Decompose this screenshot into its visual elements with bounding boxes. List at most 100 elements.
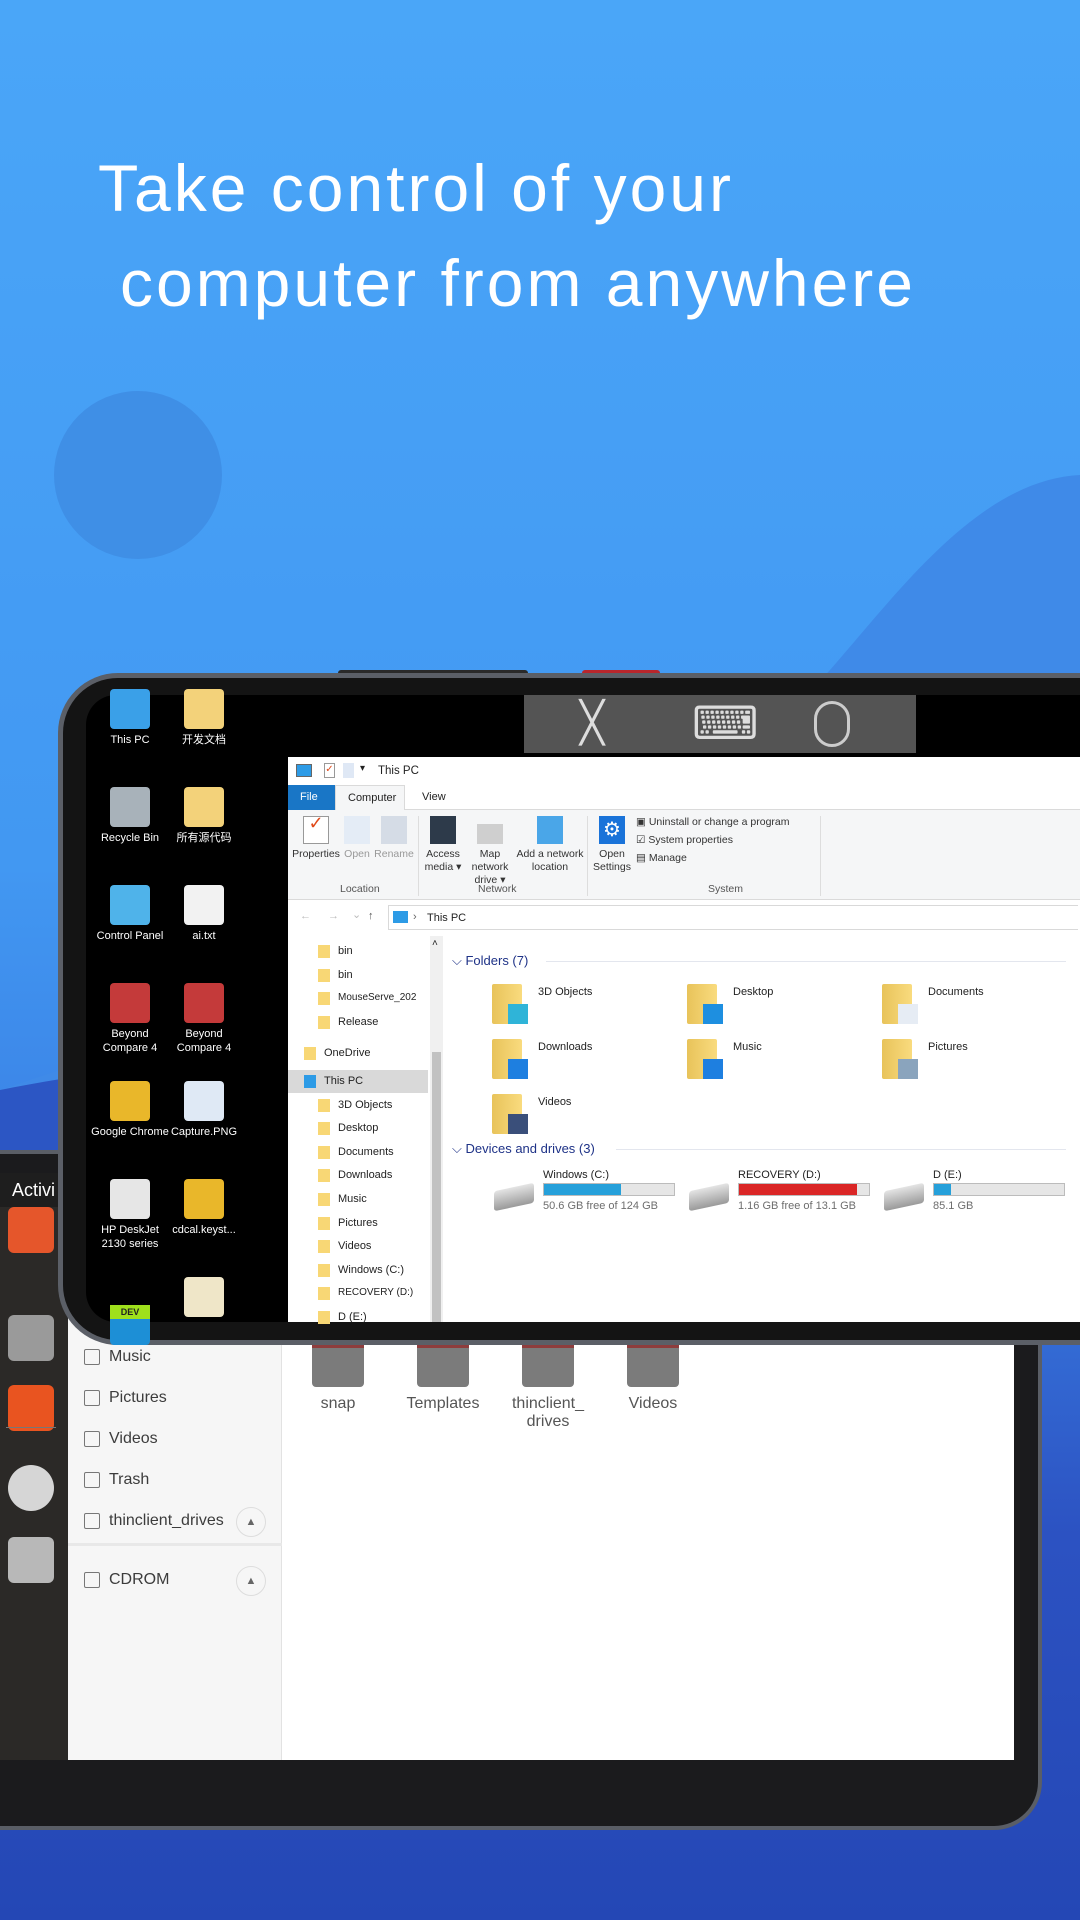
folder-music[interactable]: Music bbox=[687, 1039, 867, 1089]
folder-pictures[interactable]: Pictures bbox=[882, 1039, 1062, 1089]
close-icon[interactable]: ╳ bbox=[580, 701, 604, 745]
desktop-icon-recycle-bin[interactable]: Recycle Bin bbox=[88, 787, 172, 845]
shortcut-icon bbox=[110, 787, 150, 827]
open-button[interactable]: Open bbox=[340, 816, 374, 861]
properties-button[interactable]: ✓ Properties bbox=[292, 814, 340, 861]
desktop-icon-hp-deskjet-2130-series[interactable]: HP DeskJet 2130 series bbox=[88, 1179, 172, 1251]
desktop-icon-capture-png[interactable]: Capture.PNG bbox=[162, 1081, 246, 1139]
folder-desktop[interactable]: Desktop bbox=[687, 984, 867, 1034]
access-media-label: Access media ▾ bbox=[424, 848, 462, 873]
nav-item-d-e-[interactable]: D (E:) bbox=[288, 1306, 428, 1329]
desktop-icon-label: ai.txt bbox=[192, 930, 216, 942]
nav-item-pictures[interactable]: Pictures bbox=[288, 1212, 428, 1235]
folder-Templates[interactable]: Templates bbox=[393, 1341, 493, 1413]
desktop-icon-google-chrome[interactable]: Google Chrome bbox=[88, 1081, 172, 1139]
scrollbar-thumb[interactable] bbox=[432, 1052, 441, 1322]
folder-snap[interactable]: snap bbox=[288, 1341, 388, 1413]
desktop-icon-cdcal-keyst-[interactable]: cdcal.keyst... bbox=[162, 1179, 246, 1237]
shortcut-icon bbox=[184, 885, 224, 925]
nav-item-this-pc[interactable]: This PC bbox=[288, 1070, 428, 1093]
properties-quick-icon[interactable]: ✓ bbox=[324, 763, 335, 778]
rename-button[interactable]: Rename bbox=[374, 816, 414, 861]
file-explorer-window: ✓ ▾ This PC File Computer View ✓ Properti… bbox=[288, 757, 1080, 1324]
trash-icon[interactable] bbox=[8, 1537, 54, 1583]
nav-item-music[interactable]: Music bbox=[288, 1188, 428, 1211]
desktop-icon-beyond-compare-4[interactable]: Beyond Compare 4 bbox=[162, 983, 246, 1055]
nav-item-release[interactable]: Release bbox=[288, 1011, 428, 1034]
nav-item-desktop[interactable]: Desktop bbox=[288, 1117, 428, 1140]
manage-button[interactable]: ▤ Manage bbox=[636, 852, 687, 865]
new-folder-quick-icon[interactable] bbox=[343, 763, 354, 778]
recent-locations-button[interactable]: ⌄ bbox=[352, 908, 361, 921]
system-properties-button[interactable]: ☑ System properties bbox=[636, 834, 733, 847]
desktop-icon-shortcut[interactable]: DEV bbox=[88, 1277, 172, 1349]
desktop-icon--[interactable]: 开发文档 bbox=[162, 689, 246, 747]
map-network-drive-button[interactable]: Map network drive ▾ bbox=[464, 816, 516, 887]
drive-d-e-[interactable]: D (E:) 85.1 GB bbox=[884, 1169, 1069, 1219]
mouse-icon[interactable] bbox=[814, 701, 850, 747]
add-network-location-button[interactable]: Add a network location bbox=[516, 816, 584, 874]
tab-view[interactable]: View bbox=[410, 785, 458, 810]
tab-file[interactable]: File bbox=[288, 785, 335, 810]
folder-downloads[interactable]: Downloads bbox=[492, 1039, 672, 1089]
folder-icon bbox=[627, 1341, 679, 1387]
back-button[interactable]: ← bbox=[300, 910, 311, 922]
address-row: ← → ⌄ ↑ › This PC bbox=[288, 900, 1080, 936]
keyboard-icon[interactable]: ⌨ bbox=[692, 700, 758, 746]
nav-item-videos[interactable]: Videos bbox=[288, 1235, 428, 1258]
eject-icon[interactable]: ▲ bbox=[236, 1507, 266, 1537]
folder-Videos[interactable]: Videos bbox=[603, 1341, 703, 1413]
files-icon[interactable] bbox=[8, 1315, 54, 1361]
nav-item-windows-c-[interactable]: Windows (C:) bbox=[288, 1259, 428, 1282]
forward-button[interactable]: → bbox=[328, 910, 339, 922]
folders-header-label: Folders (7) bbox=[465, 953, 529, 968]
app-center-icon[interactable] bbox=[8, 1385, 54, 1431]
sidebar-item-videos[interactable]: Videos bbox=[68, 1419, 282, 1459]
nav-item-label: MouseServe_202 bbox=[338, 992, 417, 1004]
access-media-button[interactable]: Access media ▾ bbox=[422, 816, 464, 874]
up-button[interactable]: ↑ bbox=[368, 910, 374, 922]
desktop-icon-label: Google Chrome bbox=[91, 1126, 169, 1138]
desktop-icon--[interactable]: 所有源代码 bbox=[162, 787, 246, 845]
desktop-icon-beyond-compare-4[interactable]: Beyond Compare 4 bbox=[88, 983, 172, 1055]
folder-label: Videos bbox=[628, 1395, 678, 1412]
scroll-up-icon[interactable]: ˄ bbox=[432, 938, 438, 949]
nav-item-documents[interactable]: Documents bbox=[288, 1141, 428, 1164]
cdrom-icon[interactable] bbox=[8, 1465, 54, 1511]
nav-item-mouseserve-202[interactable]: MouseServe_202 bbox=[288, 987, 428, 1010]
folders-header[interactable]: ⌵ Folders (7) bbox=[452, 953, 528, 969]
nav-item-recovery-d-[interactable]: RECOVERY (D:) bbox=[288, 1282, 428, 1305]
quick-access-dropdown-icon[interactable]: ▾ bbox=[360, 763, 365, 774]
desktop-icon-control-panel[interactable]: Control Panel bbox=[88, 885, 172, 943]
nav-scrollbar[interactable]: ˄ bbox=[430, 936, 443, 1322]
tab-computer[interactable]: Computer bbox=[335, 785, 405, 810]
folder-videos[interactable]: Videos bbox=[492, 1094, 672, 1144]
desktop-icon-ai-txt[interactable]: ai.txt bbox=[162, 885, 246, 943]
nav-item-onedrive[interactable]: OneDrive bbox=[288, 1042, 428, 1065]
drive-icon bbox=[84, 1513, 100, 1529]
open-settings-button[interactable]: ⚙ Open Settings bbox=[590, 816, 634, 874]
folder-documents[interactable]: Documents bbox=[882, 984, 1062, 1034]
uninstall-program-button[interactable]: ▣ Uninstall or change a program bbox=[636, 816, 790, 829]
drive-recovery-d-[interactable]: RECOVERY (D:) 1.16 GB free of 13.1 GB bbox=[689, 1169, 874, 1219]
ribbon-tabs: File Computer View bbox=[288, 785, 1080, 810]
desktop-icon-shortcut[interactable] bbox=[162, 1277, 246, 1321]
breadcrumb-this-pc[interactable]: This PC bbox=[427, 912, 466, 924]
eject-icon[interactable]: ▲ bbox=[236, 1566, 266, 1596]
drive-windows-c-[interactable]: Windows (C:) 50.6 GB free of 124 GB bbox=[494, 1169, 679, 1219]
sidebar-item-cdrom[interactable]: CDROM ▲ bbox=[68, 1560, 282, 1600]
folder-3d-objects[interactable]: 3D Objects bbox=[492, 984, 672, 1034]
sidebar-item-trash[interactable]: Trash bbox=[68, 1460, 282, 1500]
address-bar[interactable]: › This PC bbox=[388, 905, 1078, 930]
nav-item-3d-objects[interactable]: 3D Objects bbox=[288, 1094, 428, 1117]
firefox-icon[interactable] bbox=[8, 1207, 54, 1253]
sidebar-item-pictures[interactable]: Pictures bbox=[68, 1378, 282, 1418]
nav-item-bin[interactable]: bin bbox=[288, 940, 428, 963]
desktop-icon-this-pc[interactable]: This PC bbox=[88, 689, 172, 747]
folder-icon bbox=[312, 1341, 364, 1387]
nav-item-downloads[interactable]: Downloads bbox=[288, 1164, 428, 1187]
nav-item-bin[interactable]: bin bbox=[288, 964, 428, 987]
sidebar-item-thinclient-drives[interactable]: thinclient_drives ▲ bbox=[68, 1501, 282, 1541]
folder-thinclient[interactable]: thinclient_ drives bbox=[498, 1341, 598, 1431]
remote-desktop-screen: This PC 开发文档 Recycle Bin 所有源代码 Control Panel… bbox=[86, 689, 1080, 1345]
